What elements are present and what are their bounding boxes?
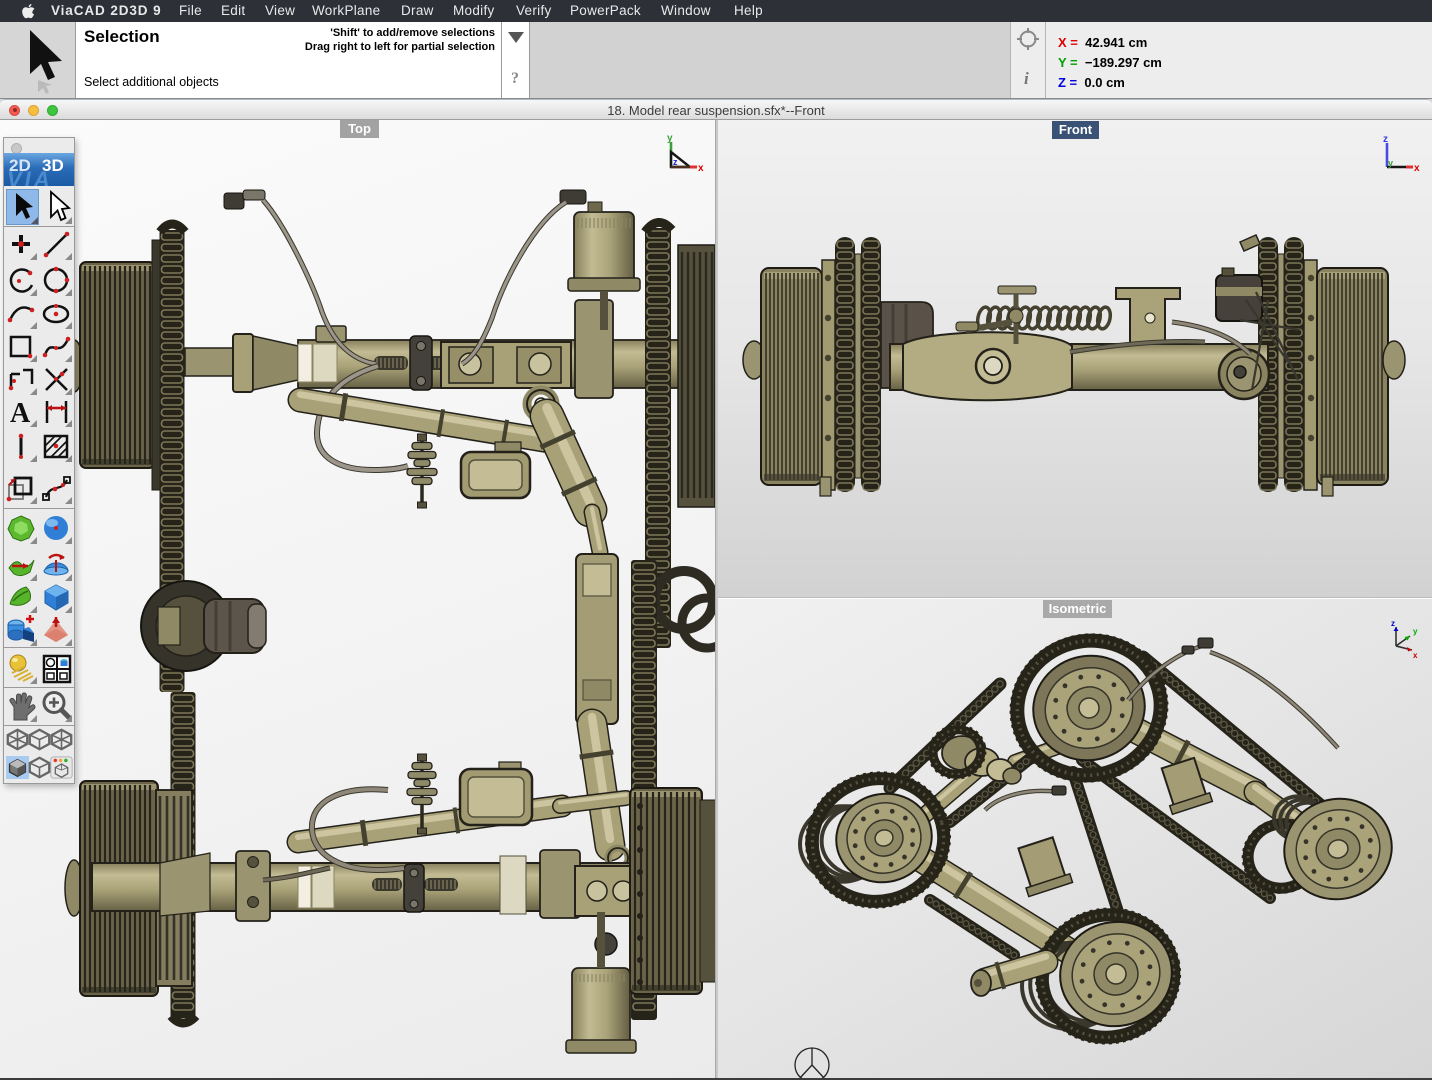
svg-text:A: A [10, 398, 31, 428]
